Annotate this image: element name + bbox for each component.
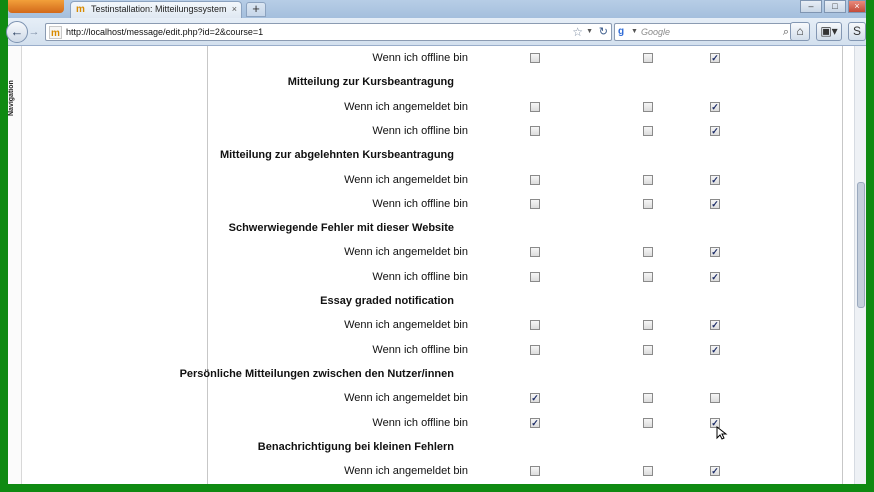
preference-checkbox[interactable]	[530, 466, 540, 477]
google-icon[interactable]: g	[618, 26, 630, 38]
home-icon[interactable]: ⌂	[790, 22, 810, 41]
preference-checkbox[interactable]	[530, 344, 540, 355]
chevron-down-icon[interactable]: ▼	[586, 24, 593, 40]
preference-checkbox[interactable]	[530, 101, 540, 112]
preference-row-label: Wenn ich offline bin	[372, 416, 468, 429]
preference-row-label: Wenn ich angemeldet bin	[344, 465, 468, 478]
preference-checkbox[interactable]	[710, 393, 720, 404]
navigation-toolbar: ← → m http://localhost/message/edit.php?…	[6, 18, 866, 46]
url-text[interactable]: http://localhost/message/edit.php?id=2&c…	[66, 24, 263, 40]
preference-checkbox[interactable]: ✓	[530, 417, 540, 428]
preference-row-label: Wenn ich offline bin	[372, 52, 468, 64]
preference-checkbox[interactable]	[643, 466, 653, 477]
preference-row-label: Wenn ich offline bin	[372, 343, 468, 356]
tab-bar: m Testinstallation: Mitteilungssystem × …	[8, 0, 866, 18]
addon-icon[interactable]: S	[848, 22, 866, 41]
section-title: Benachrichtigung bei kleinen Fehlern	[257, 440, 454, 453]
preference-checkbox[interactable]: ✓	[710, 247, 720, 258]
chevron-down-icon[interactable]: ▼	[631, 24, 638, 40]
preference-row-label: Wenn ich offline bin	[372, 124, 468, 137]
section-title: Mitteilung zur Kursbeantragung	[287, 76, 454, 89]
back-arrow-icon[interactable]: ←	[6, 21, 28, 43]
preference-checkbox[interactable]	[530, 247, 540, 258]
forward-arrow-icon[interactable]: →	[26, 25, 42, 40]
preference-checkbox[interactable]	[643, 320, 653, 331]
preference-row-label: Wenn ich offline bin	[372, 197, 468, 210]
firefox-menu-button[interactable]	[8, 0, 64, 13]
window-frame-bottom	[8, 484, 866, 492]
preference-checkbox[interactable]: ✓	[710, 320, 720, 331]
preference-row-label: Wenn ich angemeldet bin	[344, 246, 468, 259]
preference-checkbox[interactable]	[643, 417, 653, 428]
section-title: Essay graded notification	[320, 295, 454, 307]
preference-row-label: Wenn ich angemeldet bin	[344, 392, 468, 405]
preference-checkbox[interactable]: ✓	[710, 125, 720, 136]
scrollbar[interactable]	[854, 46, 866, 484]
scrollbar-thumb[interactable]	[857, 182, 865, 308]
search-icon[interactable]: ⌕	[783, 24, 789, 40]
preference-row-label: Wenn ich offline bin	[372, 270, 468, 283]
preference-checkbox[interactable]	[643, 247, 653, 258]
maximize-icon[interactable]: □	[824, 0, 846, 13]
preference-checkbox[interactable]: ✓	[710, 271, 720, 282]
new-tab-button[interactable]: +	[246, 2, 266, 17]
preference-checkbox[interactable]	[530, 174, 540, 185]
preference-row-label: Wenn ich angemeldet bin	[344, 173, 468, 186]
preference-checkbox[interactable]: ✓	[530, 393, 540, 404]
preference-checkbox[interactable]: ✓	[710, 344, 720, 355]
search-bar[interactable]: g ▼ Google ⌕	[614, 23, 794, 41]
minimize-icon[interactable]: –	[800, 0, 822, 13]
site-identity-icon[interactable]: m	[49, 26, 62, 39]
preference-checkbox[interactable]	[643, 271, 653, 282]
star-icon[interactable]: ☆	[572, 24, 583, 40]
section-title: Persönliche Mitteilungen zwischen den Nu…	[179, 367, 454, 380]
reload-icon[interactable]: ↻	[599, 24, 608, 40]
section-title: Mitteilung zur abgelehnten Kursbeantragu…	[219, 149, 454, 162]
moodle-favicon-icon: m	[76, 4, 85, 15]
search-input[interactable]: Google	[641, 24, 670, 40]
section-title: Schwerwiegende Fehler mit dieser Website	[228, 222, 454, 235]
close-icon[interactable]: ×	[232, 2, 237, 17]
preference-checkbox[interactable]: ✓	[710, 53, 720, 63]
preference-checkbox[interactable]: ✓	[710, 198, 720, 209]
preference-row-label: Wenn ich angemeldet bin	[344, 319, 468, 332]
preference-checkbox[interactable]: ✓	[710, 466, 720, 477]
preference-checkbox[interactable]	[530, 53, 540, 63]
bookmarks-menu-button[interactable]: ▣▾	[816, 22, 842, 41]
preference-checkbox[interactable]	[643, 101, 653, 112]
tab-active[interactable]: m Testinstallation: Mitteilungssystem ×	[70, 1, 242, 18]
close-window-icon[interactable]: ×	[848, 0, 866, 13]
preference-checkbox[interactable]: ✓	[710, 174, 720, 185]
tab-title: Testinstallation: Mitteilungssystem	[91, 4, 227, 14]
preference-row-label: Wenn ich angemeldet bin	[344, 100, 468, 113]
preference-checkbox[interactable]	[643, 393, 653, 404]
preference-checkbox[interactable]	[530, 198, 540, 209]
preference-checkbox[interactable]	[530, 271, 540, 282]
preference-checkbox[interactable]	[643, 198, 653, 209]
preference-checkbox[interactable]	[643, 53, 653, 63]
preference-checkbox[interactable]: ✓	[710, 101, 720, 112]
preference-checkbox[interactable]	[643, 344, 653, 355]
preference-checkbox[interactable]	[530, 320, 540, 331]
preference-checkbox[interactable]	[643, 174, 653, 185]
address-bar[interactable]: m http://localhost/message/edit.php?id=2…	[45, 23, 612, 41]
preference-checkbox[interactable]	[643, 125, 653, 136]
messaging-preferences-form: Wenn ich offline bin ✓ Mitteilung zur Kurs…	[8, 46, 854, 484]
preference-checkbox[interactable]	[530, 125, 540, 136]
mouse-cursor-icon	[716, 426, 728, 440]
page-content: Navigation Wenn ich offline bin ✓ Mitteilu…	[8, 46, 866, 484]
